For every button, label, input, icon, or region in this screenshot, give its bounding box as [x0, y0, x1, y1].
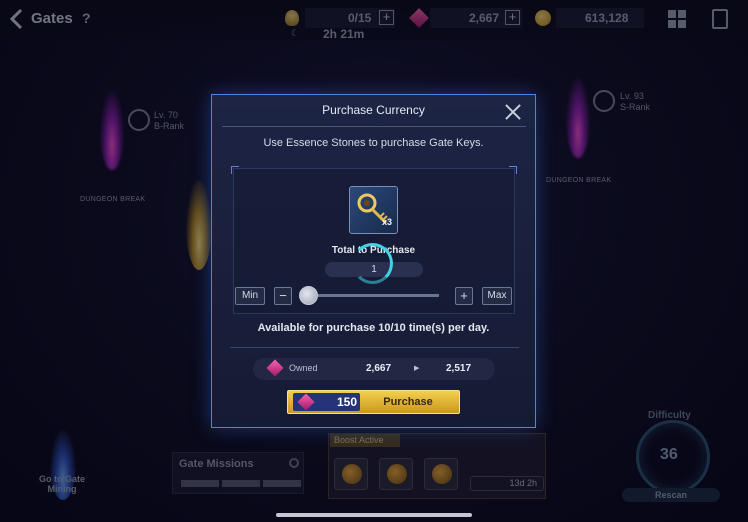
home-indicator: [276, 513, 472, 517]
availability-note: Available for purchase 10/10 time(s) per…: [257, 322, 490, 334]
min-button[interactable]: Min: [235, 287, 265, 305]
loading-spinner: [352, 243, 393, 284]
remaining-value: 2,517: [446, 363, 472, 374]
quantity-slider[interactable]: [307, 294, 439, 297]
max-button[interactable]: Max: [482, 287, 512, 305]
owned-label: Owned: [289, 363, 318, 373]
item-quantity: x3: [382, 217, 393, 227]
close-icon[interactable]: [504, 103, 522, 121]
owned-value: 2,667: [366, 363, 392, 374]
slider-handle[interactable]: [299, 286, 318, 305]
corner-ornament: [231, 166, 239, 174]
decrement-button[interactable]: −: [274, 287, 292, 305]
increment-button[interactable]: +: [455, 287, 473, 305]
divider: [230, 347, 519, 348]
modal-title: Purchase Currency: [322, 103, 425, 117]
purchase-label: Purchase: [383, 396, 433, 408]
corner-ornament: [509, 166, 517, 174]
purchase-cost: 150: [337, 395, 358, 409]
divider: [222, 126, 526, 127]
arrow-right-icon: ▶: [414, 365, 420, 372]
modal-subtitle: Use Essence Stones to purchase Gate Keys…: [263, 137, 484, 149]
